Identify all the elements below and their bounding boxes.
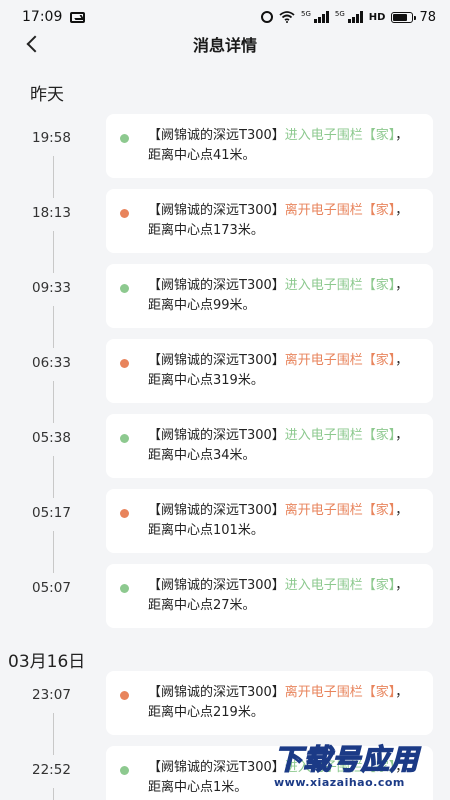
message-card[interactable]: 【阙锦诚的深远T300】离开电子围栏【家】，距离中心点101米。 [106,489,433,553]
page-title: 消息详情 [192,36,257,55]
status-dot-icon [120,691,129,700]
hd-label: HD [368,11,386,23]
message-time: 05:38 [32,430,71,446]
device-name: 【阙锦诚的深远T300】 [148,760,285,775]
fence-action: 进入电子围栏 [284,278,363,293]
device-name: 【阙锦诚的深远T300】 [148,353,285,368]
message-card[interactable]: 【阙锦诚的深远T300】离开电子围栏【家】，距离中心点173米。 [106,189,433,253]
fence-name: 【家】 [362,278,396,293]
message-row: 05:17 【阙锦诚的深远T300】离开电子围栏【家】，距离中心点101米。 [0,489,450,573]
message-time: 22:52 [32,762,71,778]
message-time: 23:07 [32,687,71,703]
message-time: 06:33 [32,355,71,371]
fence-name: 【家】 [362,578,396,593]
battery-percent: 78 [419,9,436,25]
status-dot-icon [120,284,129,293]
message-row: 09:33 【阙锦诚的深远T300】进入电子围栏【家】，距离中心点99米。 [0,264,450,348]
device-name: 【阙锦诚的深远T300】 [148,278,285,293]
message-time: 18:13 [32,205,71,221]
network-type-label-2: 5G [334,9,345,18]
device-name: 【阙锦诚的深远T300】 [148,203,285,218]
message-text: 【阙锦诚的深远T300】进入电子围栏【家】，距离中心点41米。 [148,126,419,166]
message-timeline: 昨天 19:58 【阙锦诚的深远T300】进入电子围栏【家】，距离中心点41米。 1… [0,80,450,800]
message-row: 18:13 【阙锦诚的深远T300】离开电子围栏【家】，距离中心点173米。 [0,189,450,273]
device-name: 【阙锦诚的深远T300】 [148,578,285,593]
nav-bar: 消息详情 [0,32,450,56]
chevron-left-icon [26,35,44,53]
status-dot-icon [120,359,129,368]
message-card[interactable]: 【阙锦诚的深远T300】进入电子围栏【家】，距离中心点99米。 [106,264,433,328]
fence-name: 【家】 [362,353,396,368]
watermark-main: 下载号应用 [273,742,420,777]
fence-action: 进入电子围栏 [284,428,363,443]
status-dot-icon [120,584,129,593]
status-dot-icon [120,509,129,518]
message-icon [70,11,86,23]
device-name: 【阙锦诚的深远T300】 [148,685,285,700]
message-row: 05:38 【阙锦诚的深远T300】进入电子围栏【家】，距离中心点34米。 [0,414,450,498]
section-date: 03月16日 [8,652,86,672]
message-card[interactable]: 【阙锦诚的深远T300】离开电子围栏【家】，距离中心点219米。 [106,671,433,735]
signal-icon-2 [347,11,363,23]
fence-action: 离开电子围栏 [284,685,363,700]
battery-icon [391,11,417,23]
device-name: 【阙锦诚的深远T300】 [148,428,285,443]
network-type-label: 5G [301,9,311,18]
fence-action: 进入电子围栏 [284,128,363,143]
message-card[interactable]: 【阙锦诚的深远T300】进入电子围栏【家】，距离中心点27米。 [106,564,433,628]
message-time: 05:07 [32,580,71,596]
message-row: 06:33 【阙锦诚的深远T300】离开电子围栏【家】，距离中心点319米。 [0,339,450,423]
status-dot-icon [120,209,129,218]
status-dot-icon [120,134,129,143]
message-text: 【阙锦诚的深远T300】离开电子围栏【家】，距离中心点173米。 [148,201,419,241]
message-text: 【阙锦诚的深远T300】离开电子围栏【家】，距离中心点101米。 [148,501,419,541]
fence-name: 【家】 [362,128,396,143]
message-time: 19:58 [32,130,71,146]
signal-icon [313,11,329,23]
device-name: 【阙锦诚的深远T300】 [148,128,285,143]
fence-action: 离开电子围栏 [284,203,363,218]
message-card[interactable]: 【阙锦诚的深远T300】离开电子围栏【家】，距离中心点319米。 [106,339,433,403]
device-name: 【阙锦诚的深远T300】 [148,503,285,518]
watermark-logo: 下载号应用 www.xiazaihao.com [273,738,444,796]
fence-name: 【家】 [362,203,396,218]
timeline-connector [53,788,54,800]
message-row: 23:07 【阙锦诚的深远T300】离开电子围栏【家】，距离中心点219米。 [0,671,450,755]
status-dot-icon [120,766,129,775]
alarm-icon [261,11,273,23]
message-time: 05:17 [32,505,71,521]
message-time: 09:33 [32,280,71,296]
status-bar: 17:09 5G 5G HD 78 [0,0,450,34]
fence-name: 【家】 [362,428,396,443]
wifi-icon [279,11,295,23]
back-button[interactable] [20,32,44,56]
message-card[interactable]: 【阙锦诚的深远T300】进入电子围栏【家】，距离中心点34米。 [106,414,433,478]
message-text: 【阙锦诚的深远T300】离开电子围栏【家】，距离中心点319米。 [148,351,419,391]
fence-name: 【家】 [362,685,396,700]
message-text: 【阙锦诚的深远T300】进入电子围栏【家】，距离中心点99米。 [148,276,419,316]
status-time: 17:09 [22,9,63,25]
section-list: 19:58 【阙锦诚的深远T300】进入电子围栏【家】，距离中心点41米。 18:1… [0,114,450,639]
fence-action: 进入电子围栏 [284,578,363,593]
status-dot-icon [120,434,129,443]
message-row: 19:58 【阙锦诚的深远T300】进入电子围栏【家】，距离中心点41米。 [0,114,450,198]
fence-action: 离开电子围栏 [284,503,363,518]
fence-name: 【家】 [362,503,396,518]
message-card[interactable]: 【阙锦诚的深远T300】进入电子围栏【家】，距离中心点41米。 [106,114,433,178]
fence-action: 离开电子围栏 [284,353,363,368]
message-text: 【阙锦诚的深远T300】进入电子围栏【家】，距离中心点34米。 [148,426,419,466]
message-text: 【阙锦诚的深远T300】进入电子围栏【家】，距离中心点27米。 [148,576,419,616]
message-text: 【阙锦诚的深远T300】离开电子围栏【家】，距离中心点219米。 [148,683,419,723]
message-row: 05:07 【阙锦诚的深远T300】进入电子围栏【家】，距离中心点27米。 [0,564,450,639]
section-date: 昨天 [30,85,64,105]
